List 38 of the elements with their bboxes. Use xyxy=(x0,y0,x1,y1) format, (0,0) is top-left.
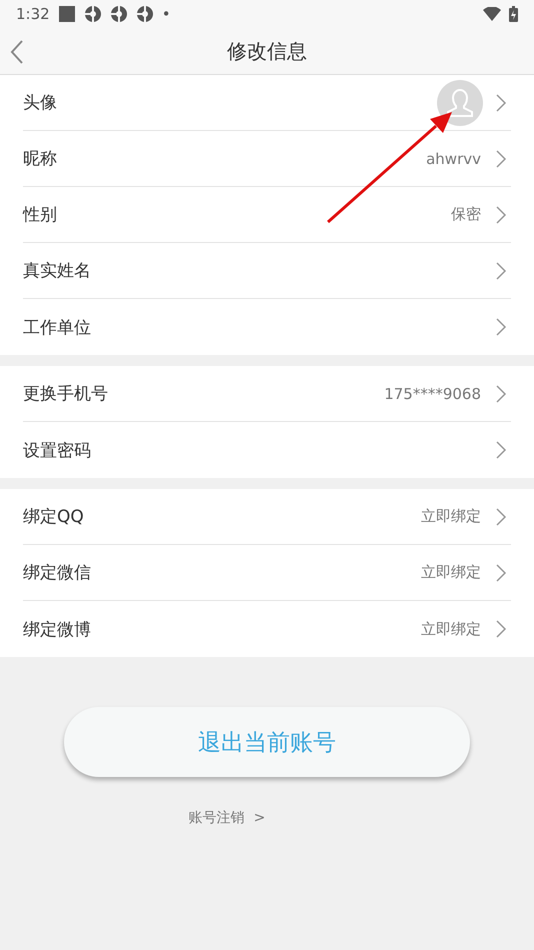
back-icon[interactable] xyxy=(10,40,24,64)
battery-icon xyxy=(509,6,518,22)
row-value: 保密 xyxy=(451,205,481,224)
chevron-icon xyxy=(495,440,507,460)
aperture-icon xyxy=(136,5,154,23)
row-value: 立即绑定 xyxy=(421,620,481,638)
row-label: 绑定微博 xyxy=(23,618,92,640)
chevron-icon xyxy=(495,260,507,280)
chevron-icon xyxy=(495,317,507,337)
aperture-icon xyxy=(110,5,128,23)
notification-icon xyxy=(58,5,76,23)
row-label: 工作单位 xyxy=(23,316,92,338)
cancel-account-link[interactable]: 账号注销 > xyxy=(188,809,266,827)
chevron-icon xyxy=(495,506,507,526)
row-value: 立即绑定 xyxy=(421,563,481,582)
row-value: 175****9068 xyxy=(384,384,481,402)
wifi-icon xyxy=(483,7,501,21)
row-label: 更换手机号 xyxy=(23,383,109,405)
row-label: 真实姓名 xyxy=(23,260,92,282)
chevron-icon xyxy=(495,384,507,404)
row-label: 头像 xyxy=(23,92,58,114)
row-value: 立即绑定 xyxy=(421,507,481,526)
chevron-icon xyxy=(495,204,507,224)
chevron-icon xyxy=(495,562,507,582)
chevron-icon xyxy=(495,92,507,112)
page-title: 修改信息 xyxy=(227,38,307,64)
row-value: ahwrvv xyxy=(426,150,481,168)
row-label: 绑定QQ xyxy=(23,506,85,528)
status-time: 1:32 xyxy=(16,5,50,23)
row-label: 设置密码 xyxy=(23,440,92,462)
aperture-icon xyxy=(84,5,102,23)
more-notifications: • xyxy=(162,5,171,23)
chevron-icon xyxy=(495,148,507,168)
avatar-icon xyxy=(437,80,483,126)
chevron-icon xyxy=(495,619,507,639)
row-label: 绑定微信 xyxy=(23,562,92,584)
row-label: 昵称 xyxy=(23,148,58,170)
row-label: 性别 xyxy=(23,204,58,226)
